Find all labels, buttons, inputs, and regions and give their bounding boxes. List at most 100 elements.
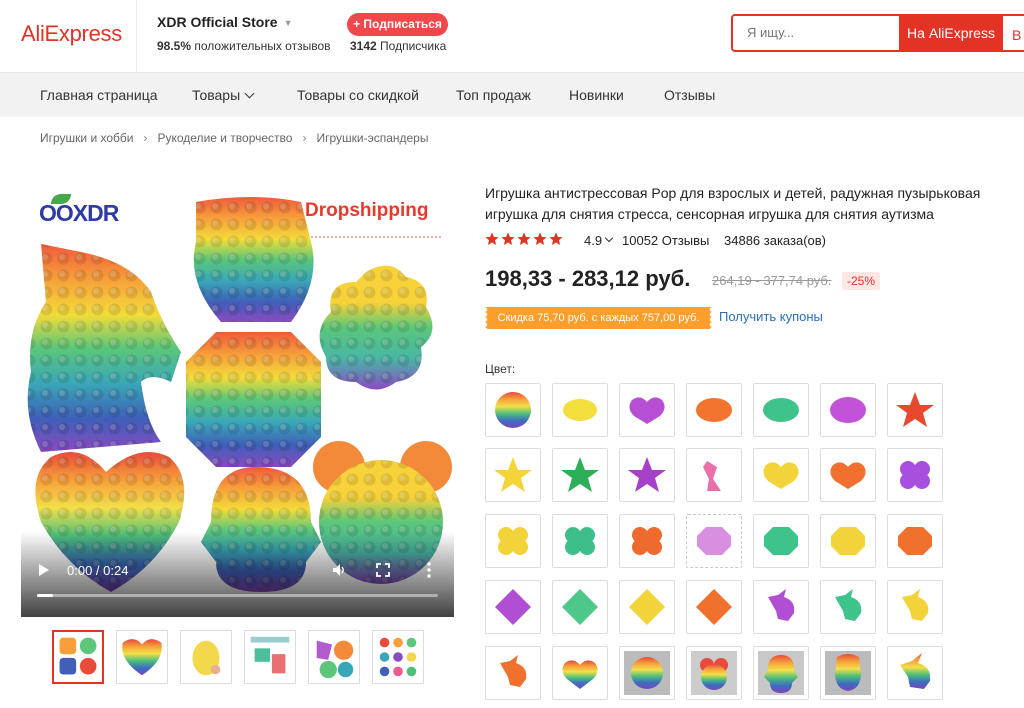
nav-discounts[interactable]: Товары со скидкой (297, 87, 419, 103)
volume-icon[interactable] (332, 563, 346, 577)
color-swatch[interactable] (619, 448, 675, 502)
color-swatch[interactable] (619, 580, 675, 634)
thumbnail[interactable] (244, 630, 296, 684)
color-swatch[interactable] (753, 448, 809, 502)
color-swatch[interactable] (753, 580, 809, 634)
search-store-button[interactable]: В с (1004, 14, 1024, 52)
color-swatch[interactable] (686, 448, 742, 502)
color-swatch[interactable] (552, 514, 608, 568)
star-icon (501, 232, 515, 245)
thumbnail[interactable] (116, 630, 168, 684)
product-title: Игрушка антистрессовая Pop для взрослых … (485, 185, 981, 222)
color-swatch[interactable] (619, 646, 675, 700)
color-swatch[interactable] (753, 383, 809, 437)
play-icon[interactable] (39, 564, 49, 576)
color-swatch[interactable] (619, 383, 675, 437)
store-rating: 98.5% положительных отзывов (157, 39, 331, 53)
chevron-down-icon[interactable] (604, 233, 614, 243)
color-swatch[interactable] (485, 383, 541, 437)
subscribers-number: 3142 (350, 39, 377, 53)
search-input[interactable] (747, 25, 887, 40)
header-divider (136, 0, 137, 73)
color-swatch[interactable] (686, 580, 742, 634)
positive-percent: 98.5% (157, 39, 192, 53)
color-swatch[interactable] (485, 514, 541, 568)
video-progress-bar[interactable] (37, 594, 438, 597)
chevron-down-icon[interactable] (244, 88, 255, 99)
price-range: 198,33 - 283,12 руб. (485, 266, 691, 291)
breadcrumb-item[interactable]: Рукоделие и творчество (157, 131, 292, 145)
fullscreen-icon[interactable] (376, 563, 390, 577)
store-name[interactable]: XDR Official Store ▼ (157, 14, 293, 30)
nav-new[interactable]: Новинки (569, 87, 624, 103)
color-swatch[interactable] (686, 646, 742, 700)
color-swatch[interactable] (887, 383, 943, 437)
color-swatch[interactable] (820, 514, 876, 568)
chevron-right-icon: › (302, 131, 307, 145)
breadcrumb-item[interactable]: Игрушки-эспандеры (316, 131, 428, 145)
color-swatch[interactable] (552, 448, 608, 502)
old-price: 264,19 - 377,74 руб. (712, 273, 832, 288)
thumbnail[interactable] (372, 630, 424, 684)
star-icon (549, 232, 563, 245)
store-name-text[interactable]: XDR Official Store (157, 14, 278, 30)
thumbnail[interactable] (52, 630, 104, 684)
video-progress-fill (37, 594, 53, 597)
get-coupons-link[interactable]: Получить купоны (719, 309, 823, 324)
color-swatch[interactable] (753, 646, 809, 700)
color-swatch[interactable] (820, 646, 876, 700)
positive-text: положительных отзывов (194, 39, 331, 53)
rating-value[interactable]: 4.9 (584, 233, 602, 248)
more-options-icon[interactable] (427, 562, 431, 578)
video-time: 0:00 / 0:24 (67, 563, 129, 578)
star-icon (533, 232, 547, 245)
discount-badge: -25% (842, 272, 881, 290)
search-box: На AliExpress В с (731, 14, 1024, 52)
color-swatch[interactable] (485, 448, 541, 502)
color-swatch[interactable] (820, 580, 876, 634)
color-swatch[interactable] (552, 383, 608, 437)
breadcrumb: Игрушки и хобби › Рукоделие и творчество › И… (40, 131, 428, 145)
brand-logo-text: XDR (72, 200, 120, 226)
color-swatch[interactable] (820, 383, 876, 437)
color-swatch[interactable] (820, 448, 876, 502)
subscribe-button[interactable]: + Подписаться (347, 13, 448, 36)
color-swatch[interactable] (552, 646, 608, 700)
brand-logo: OOXDR (39, 200, 120, 226)
nav-reviews[interactable]: Отзывы (664, 87, 715, 103)
color-swatch[interactable] (887, 646, 943, 700)
header: AliExpress XDR Official Store ▼ 98.5% пол… (0, 0, 1024, 73)
reviews-count[interactable]: 10052 Отзывы (622, 233, 709, 248)
watermark-decoration (311, 232, 441, 238)
subscribers-text: Подписчика (380, 39, 447, 53)
color-swatch[interactable] (887, 514, 943, 568)
color-swatch[interactable] (686, 383, 742, 437)
nav-home[interactable]: Главная страница (40, 87, 158, 103)
color-swatch[interactable] (619, 514, 675, 568)
subscribers-count: 3142 Подписчика (350, 39, 446, 53)
store-nav: Главная страница Товары Товары со скидко… (0, 73, 1024, 117)
color-swatch[interactable] (887, 448, 943, 502)
search-aliexpress-button[interactable]: На AliExpress (899, 14, 1003, 52)
orders-count: 34886 заказа(ов) (724, 233, 826, 248)
nav-products[interactable]: Товары (192, 87, 255, 103)
star-icon (485, 232, 499, 245)
color-swatch[interactable] (887, 580, 943, 634)
breadcrumb-item[interactable]: Игрушки и хобби (40, 131, 133, 145)
star-rating (485, 232, 565, 249)
thumbnail[interactable] (308, 630, 360, 684)
color-swatch[interactable] (485, 646, 541, 700)
coupon-badge[interactable]: Скидка 75,70 руб. с каждых 757,00 руб. (485, 307, 712, 329)
nav-products-label[interactable]: Товары (192, 87, 240, 103)
chevron-right-icon: › (143, 131, 148, 145)
color-swatch[interactable] (686, 514, 742, 568)
color-swatch[interactable] (753, 514, 809, 568)
thumbnail[interactable] (180, 630, 232, 684)
chevron-down-icon[interactable]: ▼ (284, 18, 293, 28)
color-swatch[interactable] (485, 580, 541, 634)
color-label: Цвет: (485, 362, 516, 376)
color-swatch[interactable] (552, 580, 608, 634)
star-icon (517, 232, 531, 245)
aliexpress-logo[interactable]: AliExpress (21, 21, 122, 47)
nav-top-sales[interactable]: Топ продаж (456, 87, 531, 103)
